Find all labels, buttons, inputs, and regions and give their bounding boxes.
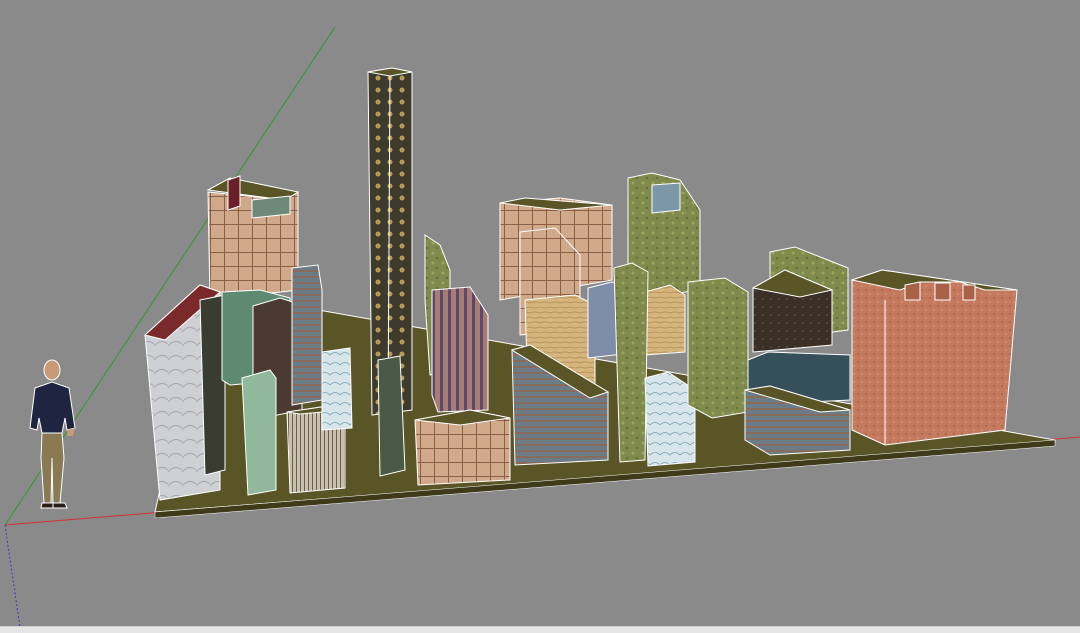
- building-grid-front[interactable]: [414, 409, 511, 486]
- status-bar: [0, 626, 1080, 633]
- building-olive-right[interactable]: [751, 246, 849, 353]
- building-green-mid[interactable]: [687, 277, 749, 419]
- building-purple-stripe[interactable]: [431, 286, 489, 413]
- blue-axis: [4, 524, 21, 627]
- 3d-viewport[interactable]: [0, 0, 1080, 633]
- building-tiles-small[interactable]: [321, 347, 353, 431]
- building-grid-back[interactable]: [206, 175, 300, 301]
- scale-figure-person[interactable]: [29, 359, 76, 509]
- building-green-slim[interactable]: [241, 369, 277, 496]
- model-scene[interactable]: [0, 0, 1080, 627]
- building-marble-left[interactable]: [143, 284, 226, 501]
- building-green-pillar[interactable]: [613, 262, 649, 463]
- brick-building[interactable]: [850, 269, 1018, 446]
